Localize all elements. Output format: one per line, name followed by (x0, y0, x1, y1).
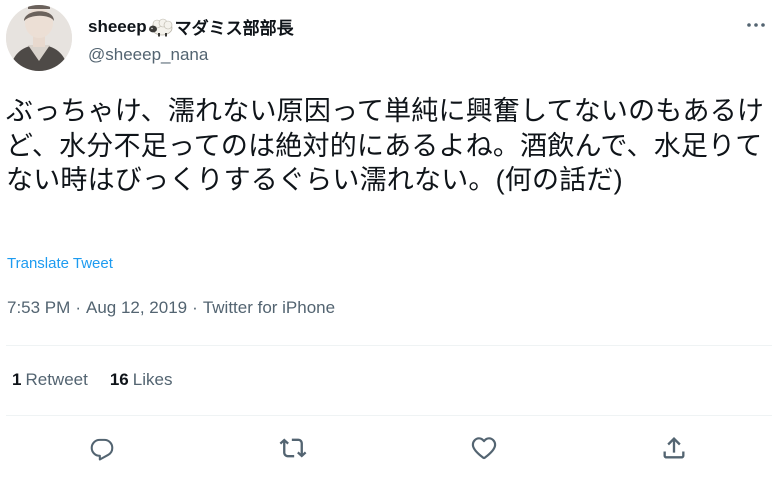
translate-tweet-link[interactable]: Translate Tweet (7, 255, 113, 272)
tweet-date[interactable]: Aug 12, 2019 (86, 298, 187, 317)
more-options-button[interactable] (740, 12, 772, 38)
tweet-card: sheeep マダミス部部長 @sheeep_nana ぶっちゃけ、濡れない原因… (0, 0, 784, 486)
display-name-suffix: マダミス部部長 (174, 19, 294, 38)
retweets-label: Retweet (25, 370, 88, 389)
share-button[interactable] (654, 428, 694, 468)
reply-button[interactable] (82, 428, 122, 468)
reply-icon (90, 438, 114, 461)
tweet-metadata: 7:53 PM · Aug 12, 2019 · Twitter for iPhone (7, 298, 335, 318)
like-icon (471, 437, 497, 460)
share-icon (663, 437, 685, 459)
divider (6, 345, 772, 346)
retweet-icon (279, 438, 307, 458)
avatar-image (6, 5, 72, 71)
more-options-icon (747, 23, 765, 27)
retweet-button[interactable] (273, 428, 313, 468)
meta-separator: · (192, 298, 198, 317)
author-display-name[interactable]: sheeep マダミス部部長 (88, 14, 294, 39)
divider (6, 415, 772, 416)
retweets-stat[interactable]: 1 Retweet (12, 370, 88, 390)
avatar[interactable] (6, 5, 72, 71)
likes-stat[interactable]: 16 Likes (110, 370, 173, 390)
tweet-time[interactable]: 7:53 PM (7, 298, 70, 317)
meta-separator: · (75, 298, 81, 317)
like-button[interactable] (464, 428, 504, 468)
tweet-actions (0, 428, 784, 472)
display-name-prefix: sheeep (88, 16, 147, 36)
tweet-source[interactable]: Twitter for iPhone (203, 298, 335, 317)
sheep-emoji-icon (148, 17, 174, 37)
retweets-count: 1 (12, 370, 22, 389)
engagement-stats: 1 Retweet 16 Likes (12, 370, 172, 390)
likes-label: Likes (132, 370, 173, 389)
author-handle[interactable]: @sheeep_nana (88, 45, 208, 65)
likes-count: 16 (109, 370, 129, 389)
tweet-text: ぶっちゃけ、濡れない原因って単純に興奮してないのもあるけど、水分不足ってのは絶対… (6, 96, 765, 195)
